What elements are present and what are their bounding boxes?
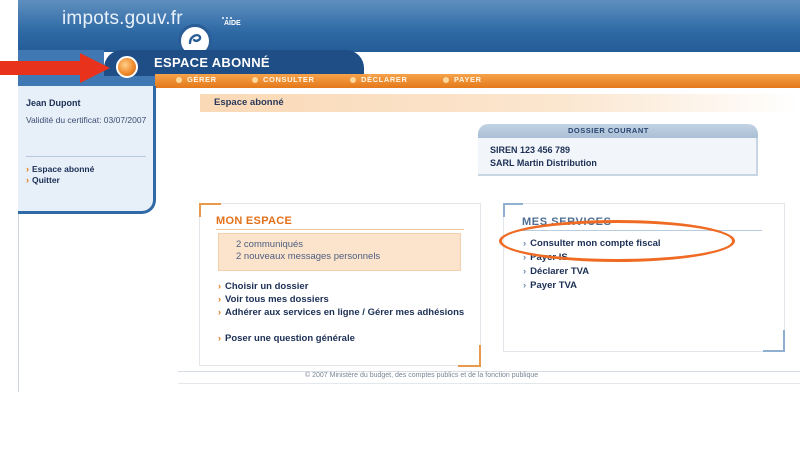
nav-item-consulter[interactable]: CONSULTER <box>252 75 315 84</box>
mon-espace-title: MON ESPACE <box>216 215 293 227</box>
mon-espace-title-rule <box>216 229 464 230</box>
chevron-right-icon: › <box>218 307 221 317</box>
nav-item-gerer[interactable]: GÉRER <box>176 75 217 84</box>
section-orb-icon <box>116 56 138 78</box>
logo-swirl-icon <box>188 34 202 45</box>
help-link[interactable]: AIDE <box>224 20 241 27</box>
red-arrow-icon <box>0 53 110 83</box>
link-label: Choisir un dossier <box>225 281 309 292</box>
chevron-right-icon: › <box>26 175 29 185</box>
nav-item-label: PAYER <box>454 75 482 84</box>
nav-bullet-icon <box>176 76 182 83</box>
nav-item-label: DÉCLARER <box>361 75 408 84</box>
nav-bullet-icon <box>443 76 449 83</box>
footer-copyright: © 2007 Ministère du budget, des comptes … <box>305 372 539 379</box>
certificate-validity: Validité du certificat: 03/07/2007 <box>26 115 147 125</box>
link-label: Voir tous mes dossiers <box>225 294 329 305</box>
link-adherer-services[interactable]: › Adhérer aux services en ligne / Gérer m… <box>218 306 468 319</box>
panel-corner-decoration <box>458 345 481 367</box>
section-title: ESPACE ABONNÉ <box>154 55 270 70</box>
dossier-box <box>478 138 758 176</box>
sidebar-link-espace-abonne[interactable]: › Espace abonné <box>26 164 94 174</box>
link-declarer-tva[interactable]: › Déclarer TVA <box>523 266 589 277</box>
panel-corner-decoration <box>763 330 785 352</box>
chevron-right-icon: › <box>218 294 221 304</box>
link-label: Adhérer aux services en ligne / Gérer me… <box>225 307 465 318</box>
nav-item-label: CONSULTER <box>263 75 315 84</box>
nav-item-declarer[interactable]: DÉCLARER <box>350 75 407 84</box>
link-label: Déclarer TVA <box>530 266 590 277</box>
link-choisir-dossier[interactable]: › Choisir un dossier <box>218 280 468 293</box>
panel-corner-decoration <box>503 203 523 217</box>
sidebar-link-label: Espace abonné <box>32 164 95 174</box>
footer-rule <box>178 383 800 384</box>
notification-messages[interactable]: 2 nouveaux messages personnels <box>236 251 380 262</box>
page-title: Espace abonné <box>214 97 284 108</box>
left-border-line <box>18 214 19 392</box>
link-poser-question[interactable]: › Poser une question générale <box>218 332 468 345</box>
chevron-right-icon: › <box>26 164 29 174</box>
sidebar-divider <box>26 156 146 157</box>
chevron-right-icon: › <box>523 280 527 291</box>
dossier-siren: SIREN 123 456 789 <box>490 145 571 155</box>
chevron-right-icon: › <box>218 333 221 343</box>
dossier-title: DOSSIER COURANT <box>568 126 649 135</box>
notification-communiques[interactable]: 2 communiqués <box>236 239 303 250</box>
link-payer-tva[interactable]: › Payer TVA <box>523 280 577 291</box>
chevron-right-icon: › <box>523 266 527 277</box>
nav-item-label: GÉRER <box>187 75 217 84</box>
page-header-band <box>200 94 800 112</box>
chevron-right-icon: › <box>218 281 221 291</box>
link-voir-dossiers[interactable]: › Voir tous mes dossiers <box>218 293 468 306</box>
user-name: Jean Dupont <box>26 98 81 108</box>
link-label: Poser une question générale <box>225 333 355 344</box>
nav-bullet-icon <box>350 76 356 83</box>
dossier-company: SARL Martin Distribution <box>490 158 597 168</box>
nav-item-payer[interactable]: PAYER <box>443 75 482 84</box>
sidebar-link-label: Quitter <box>32 175 60 185</box>
site-logo-text[interactable]: impots.gouv.fr <box>62 8 183 30</box>
nav-bullet-icon <box>252 76 258 83</box>
link-label: Payer TVA <box>530 280 577 291</box>
sidebar-link-quitter[interactable]: › Quitter <box>26 175 60 185</box>
highlight-ellipse <box>499 220 735 262</box>
